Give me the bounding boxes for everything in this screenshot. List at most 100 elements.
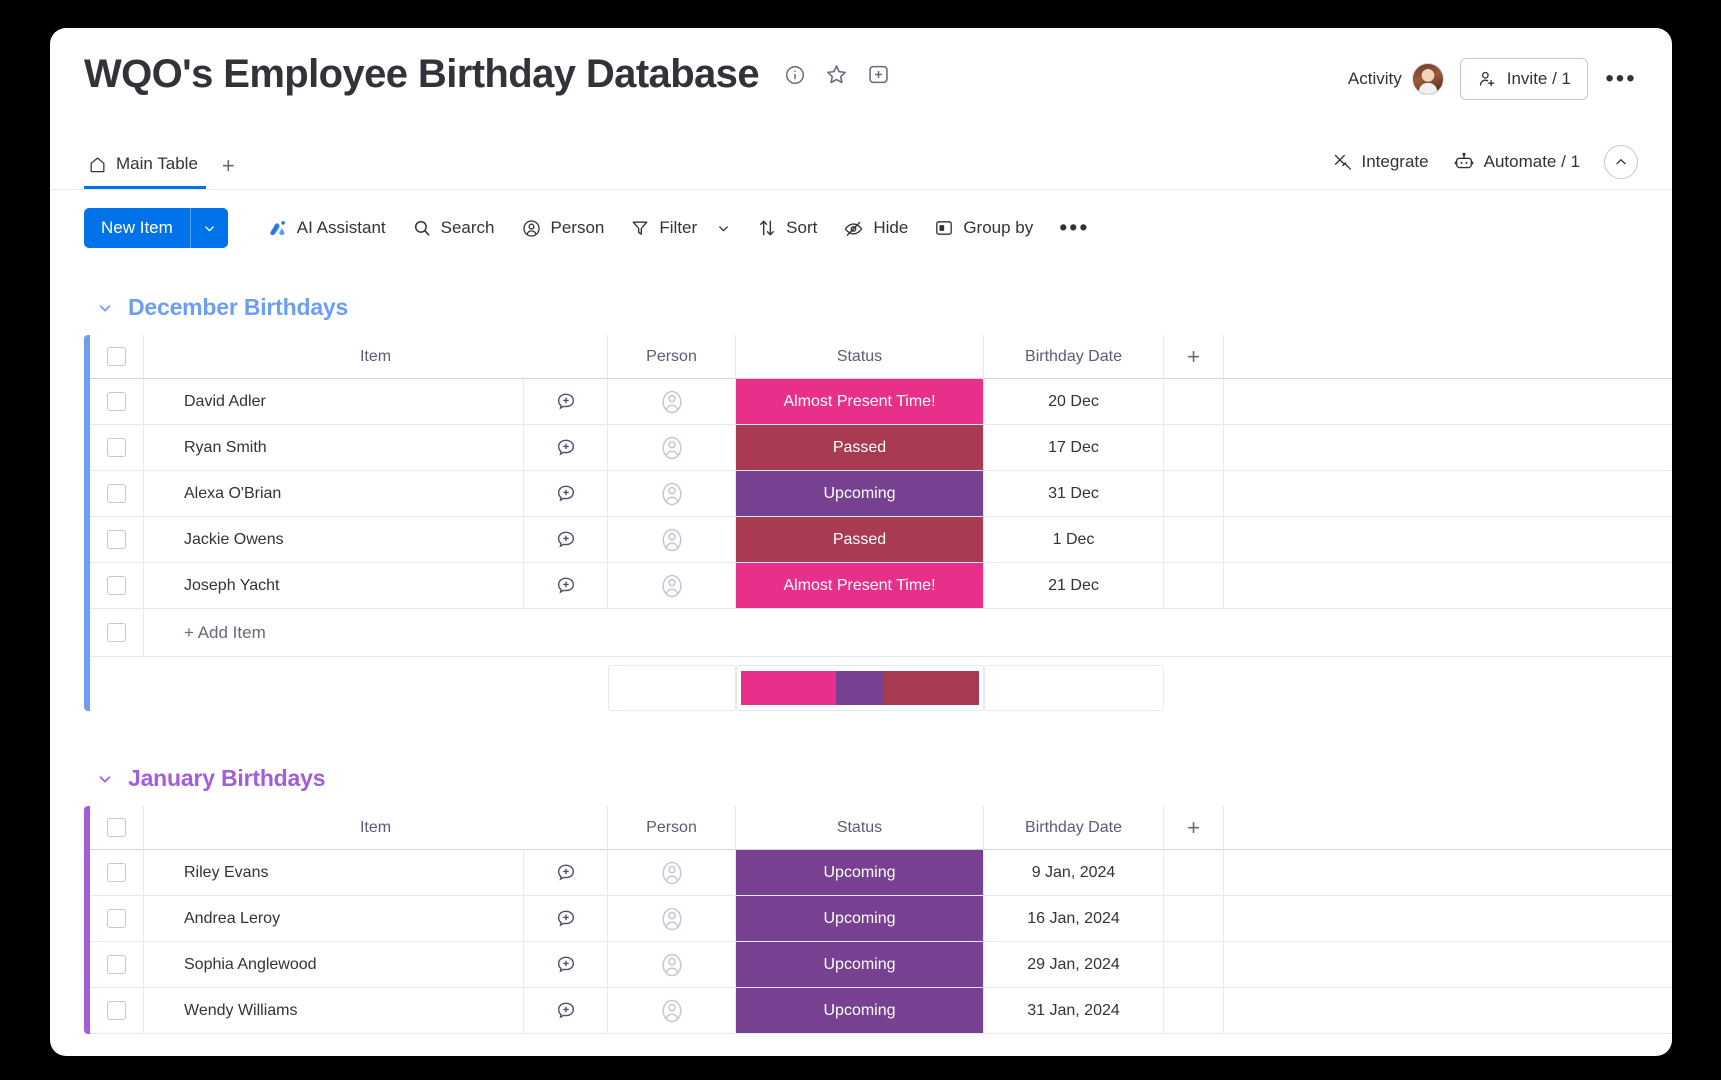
row-select-cell[interactable] bbox=[90, 563, 144, 609]
row-checkbox[interactable] bbox=[107, 530, 126, 549]
cell-chat[interactable] bbox=[524, 563, 608, 609]
column-header-birthday-date[interactable]: Birthday Date bbox=[984, 335, 1164, 379]
table-row[interactable]: Sophia Anglewood Upcoming 29 Jan, 2024 bbox=[90, 942, 1672, 988]
column-header-person[interactable]: Person bbox=[608, 335, 736, 379]
status-badge[interactable]: Upcoming bbox=[736, 942, 983, 987]
cell-person[interactable] bbox=[608, 988, 736, 1034]
cell-person[interactable] bbox=[608, 563, 736, 609]
person-avatar-placeholder-icon[interactable] bbox=[657, 525, 687, 555]
row-checkbox[interactable] bbox=[107, 392, 126, 411]
status-segment-almost-present[interactable] bbox=[741, 671, 837, 705]
select-all-checkbox[interactable] bbox=[107, 347, 126, 366]
invite-button[interactable]: Invite / 1 bbox=[1459, 58, 1588, 100]
person-avatar-placeholder-icon[interactable] bbox=[657, 479, 687, 509]
add-update-icon[interactable] bbox=[555, 391, 577, 413]
add-update-icon[interactable] bbox=[555, 1000, 577, 1022]
cell-chat[interactable] bbox=[524, 425, 608, 471]
cell-birthday-date[interactable]: 17 Dec bbox=[984, 425, 1164, 471]
cell-birthday-date[interactable]: 29 Jan, 2024 bbox=[984, 942, 1164, 988]
add-board-icon[interactable] bbox=[867, 63, 891, 87]
cell-status[interactable]: Upcoming bbox=[736, 988, 984, 1034]
summary-date-cell[interactable] bbox=[984, 665, 1164, 711]
person-avatar-placeholder-icon[interactable] bbox=[657, 996, 687, 1026]
person-avatar-placeholder-icon[interactable] bbox=[657, 571, 687, 601]
cell-chat[interactable] bbox=[524, 471, 608, 517]
person-filter-button[interactable]: Person bbox=[508, 212, 618, 245]
row-checkbox[interactable] bbox=[107, 955, 126, 974]
ai-assistant-button[interactable]: AI Assistant bbox=[254, 212, 399, 245]
new-item-dropdown-arrow[interactable] bbox=[191, 208, 228, 248]
add-column-button[interactable]: + bbox=[1164, 806, 1224, 850]
row-checkbox[interactable] bbox=[107, 438, 126, 457]
cell-person[interactable] bbox=[608, 850, 736, 896]
table-row[interactable]: Joseph Yacht Almost Present Time! 21 Dec bbox=[90, 563, 1672, 609]
cell-item[interactable]: Joseph Yacht bbox=[144, 563, 524, 609]
cell-item[interactable]: Jackie Owens bbox=[144, 517, 524, 563]
status-badge[interactable]: Upcoming bbox=[736, 896, 983, 941]
table-row[interactable]: David Adler Almost Present Time! 20 Dec bbox=[90, 379, 1672, 425]
status-badge[interactable]: Upcoming bbox=[736, 988, 983, 1033]
cell-status[interactable]: Passed bbox=[736, 517, 984, 563]
add-item-row[interactable]: + Add Item bbox=[90, 609, 1672, 657]
person-avatar-placeholder-icon[interactable] bbox=[657, 858, 687, 888]
row-select-cell[interactable] bbox=[90, 942, 144, 988]
star-icon[interactable] bbox=[825, 63, 849, 87]
cell-item[interactable]: Alexa O'Brian bbox=[144, 471, 524, 517]
add-update-icon[interactable] bbox=[555, 437, 577, 459]
cell-chat[interactable] bbox=[524, 517, 608, 563]
group-title[interactable]: December Birthdays bbox=[128, 294, 348, 321]
summary-status-cell[interactable] bbox=[736, 665, 984, 711]
board-more-menu-button[interactable]: ••• bbox=[1604, 62, 1638, 96]
group-by-button[interactable]: Group by bbox=[921, 212, 1046, 244]
person-avatar-placeholder-icon[interactable] bbox=[657, 433, 687, 463]
row-select-cell[interactable] bbox=[90, 988, 144, 1034]
column-header-birthday-date[interactable]: Birthday Date bbox=[984, 806, 1164, 850]
column-header-item[interactable]: Item bbox=[144, 335, 608, 379]
row-checkbox[interactable] bbox=[107, 1001, 126, 1020]
select-all-cell[interactable] bbox=[90, 806, 144, 850]
cell-person[interactable] bbox=[608, 942, 736, 988]
cell-item[interactable]: Riley Evans bbox=[144, 850, 524, 896]
search-button[interactable]: Search bbox=[399, 212, 508, 244]
cell-status[interactable]: Passed bbox=[736, 425, 984, 471]
row-select-cell[interactable] bbox=[90, 425, 144, 471]
status-segment-upcoming[interactable] bbox=[836, 671, 884, 705]
group-collapse-chevron-icon[interactable] bbox=[96, 770, 114, 788]
cell-item[interactable]: Andrea Leroy bbox=[144, 896, 524, 942]
add-tab-button[interactable]: + bbox=[212, 155, 245, 189]
table-row[interactable]: Jackie Owens Passed 1 Dec bbox=[90, 517, 1672, 563]
row-checkbox[interactable] bbox=[107, 576, 126, 595]
status-distribution-bar[interactable] bbox=[741, 671, 979, 705]
row-select-cell[interactable] bbox=[90, 379, 144, 425]
sort-button[interactable]: Sort bbox=[744, 212, 830, 244]
cell-chat[interactable] bbox=[524, 896, 608, 942]
status-segment-passed[interactable] bbox=[883, 671, 979, 705]
cell-birthday-date[interactable]: 31 Jan, 2024 bbox=[984, 988, 1164, 1034]
table-row[interactable]: Wendy Williams Upcoming 31 Jan, 2024 bbox=[90, 988, 1672, 1034]
tab-main-table[interactable]: Main Table bbox=[84, 154, 206, 189]
cell-person[interactable] bbox=[608, 471, 736, 517]
table-row[interactable]: Alexa O'Brian Upcoming 31 Dec bbox=[90, 471, 1672, 517]
cell-status[interactable]: Upcoming bbox=[736, 896, 984, 942]
add-column-button[interactable]: + bbox=[1164, 335, 1224, 379]
status-badge[interactable]: Passed bbox=[736, 425, 983, 470]
row-checkbox[interactable] bbox=[107, 863, 126, 882]
table-row[interactable]: Andrea Leroy Upcoming 16 Jan, 2024 bbox=[90, 896, 1672, 942]
toolbar-more-button[interactable]: ••• bbox=[1046, 216, 1102, 239]
row-select-cell[interactable] bbox=[90, 471, 144, 517]
add-item-checkbox[interactable] bbox=[107, 623, 126, 642]
cell-status[interactable]: Upcoming bbox=[736, 942, 984, 988]
add-update-icon[interactable] bbox=[555, 862, 577, 884]
cell-status[interactable]: Almost Present Time! bbox=[736, 379, 984, 425]
person-avatar-placeholder-icon[interactable] bbox=[657, 904, 687, 934]
cell-chat[interactable] bbox=[524, 942, 608, 988]
info-icon[interactable] bbox=[783, 63, 807, 87]
person-avatar-placeholder-icon[interactable] bbox=[657, 950, 687, 980]
column-header-status[interactable]: Status bbox=[736, 335, 984, 379]
column-header-status[interactable]: Status bbox=[736, 806, 984, 850]
row-select-cell[interactable] bbox=[90, 896, 144, 942]
cell-status[interactable]: Upcoming bbox=[736, 471, 984, 517]
automate-button[interactable]: Automate / 1 bbox=[1453, 151, 1580, 173]
cell-status[interactable]: Almost Present Time! bbox=[736, 563, 984, 609]
cell-chat[interactable] bbox=[524, 379, 608, 425]
